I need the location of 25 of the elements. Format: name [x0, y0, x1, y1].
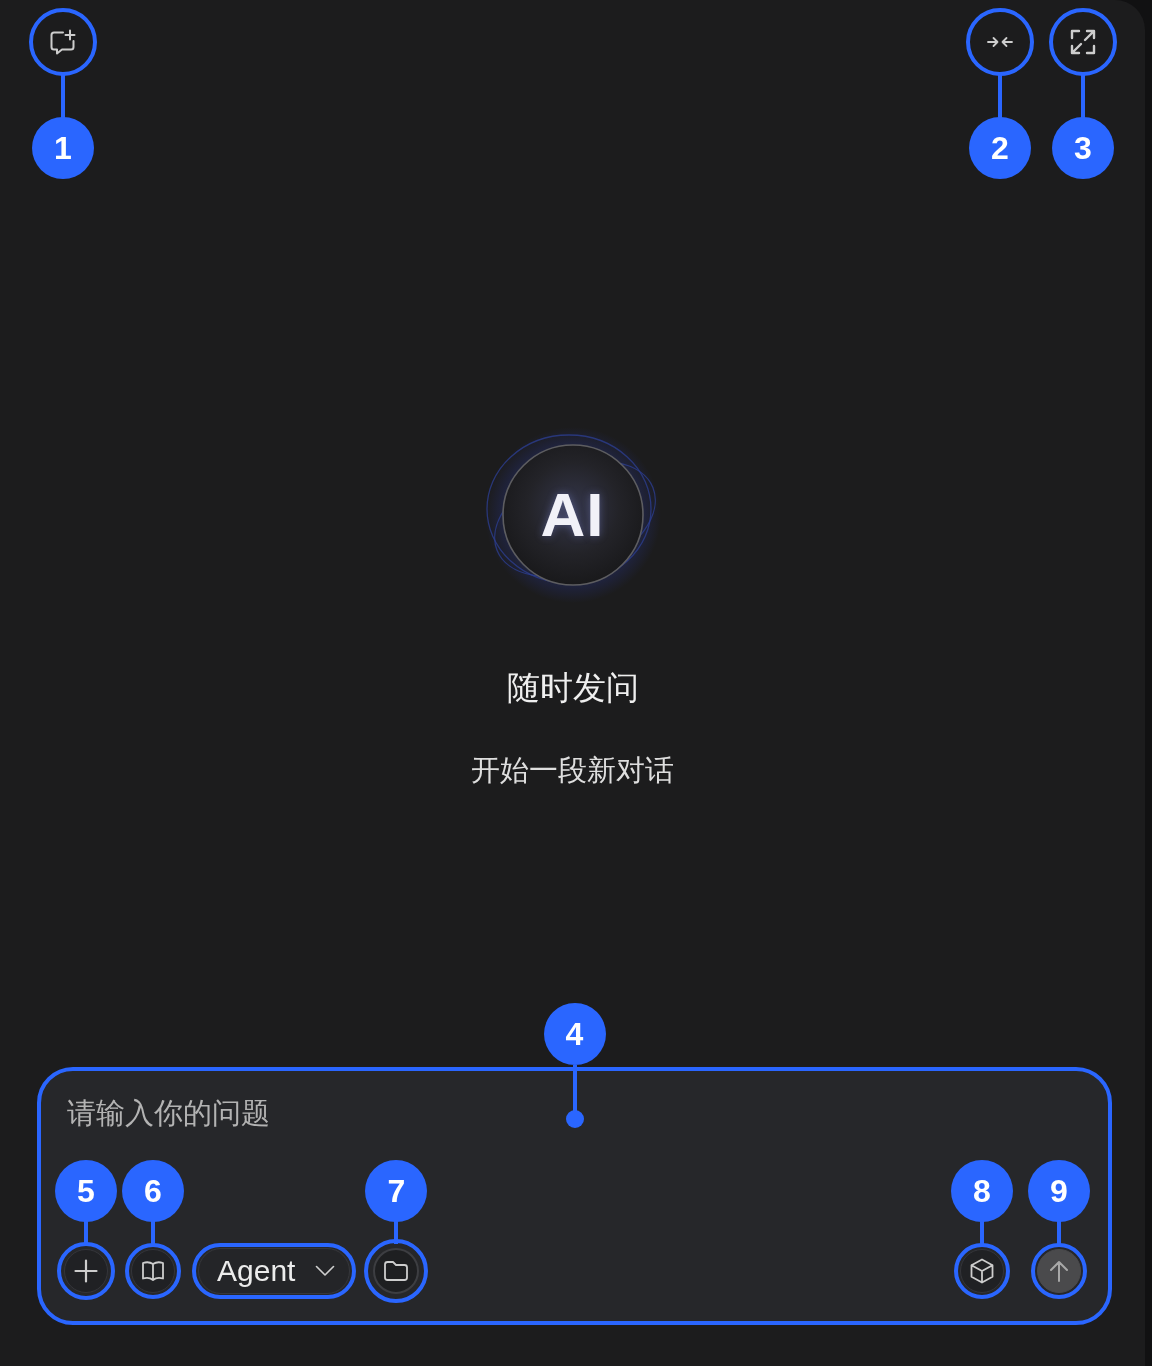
- chevron-icon: [315, 1265, 336, 1277]
- number-marker: 8: [951, 1160, 1013, 1222]
- add-button[interactable]: [64, 1249, 108, 1293]
- folder-button[interactable]: [373, 1248, 420, 1294]
- mode-dropdown[interactable]: Agent: [198, 1248, 351, 1294]
- plus-icon: [74, 1259, 98, 1283]
- number-marker: 6: [122, 1160, 184, 1222]
- book-icon: [141, 1260, 165, 1282]
- hero-subtitle: 开始一段新对话: [471, 752, 674, 788]
- cube-icon: [970, 1258, 994, 1284]
- fullscreen-icon: [1070, 29, 1096, 55]
- arrows-inward-icon: [987, 36, 1013, 48]
- chat-plus-icon: [49, 29, 77, 55]
- arrow-up-icon: [1049, 1260, 1069, 1282]
- number-marker: 4: [543, 1003, 606, 1065]
- cube-button[interactable]: [960, 1249, 1004, 1293]
- folder-icon: [383, 1260, 410, 1282]
- number-marker: 3: [1052, 117, 1114, 179]
- number-marker: 7: [365, 1160, 428, 1222]
- number-marker: 9: [1028, 1160, 1090, 1222]
- number-marker: 1: [32, 117, 94, 179]
- number-marker: 5: [55, 1160, 117, 1222]
- number-marker: 2: [969, 117, 1031, 179]
- hero-title: 随时发问: [506, 668, 639, 708]
- book-button[interactable]: [131, 1249, 175, 1293]
